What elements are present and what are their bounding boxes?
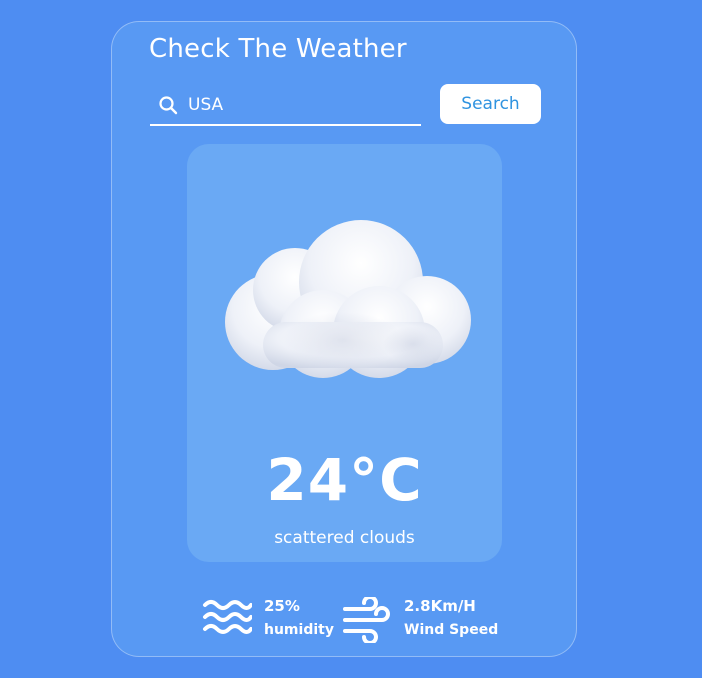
page-title: Check The Weather	[149, 34, 407, 64]
weather-description: scattered clouds	[274, 528, 415, 548]
search-bar	[150, 86, 421, 126]
weather-card: Check The Weather Search	[111, 21, 577, 657]
search-input[interactable]	[188, 89, 416, 121]
wind-value: 2.8Km/H	[404, 597, 476, 615]
wind-label: Wind Speed	[404, 622, 499, 638]
humidity-stat: 25% humidity	[202, 595, 342, 645]
wind-stat: 2.8Km/H Wind Speed	[342, 595, 502, 645]
weather-panel: 24°C scattered clouds	[187, 144, 502, 562]
cloud-icon	[225, 220, 471, 378]
wind-icon	[343, 597, 390, 643]
temperature: 24°C	[266, 446, 423, 514]
search-icon	[159, 96, 178, 115]
humidity-value: 25%	[264, 597, 300, 615]
search-button[interactable]: Search	[440, 84, 541, 124]
humidity-label: humidity	[264, 622, 334, 638]
waves-icon	[203, 600, 252, 634]
